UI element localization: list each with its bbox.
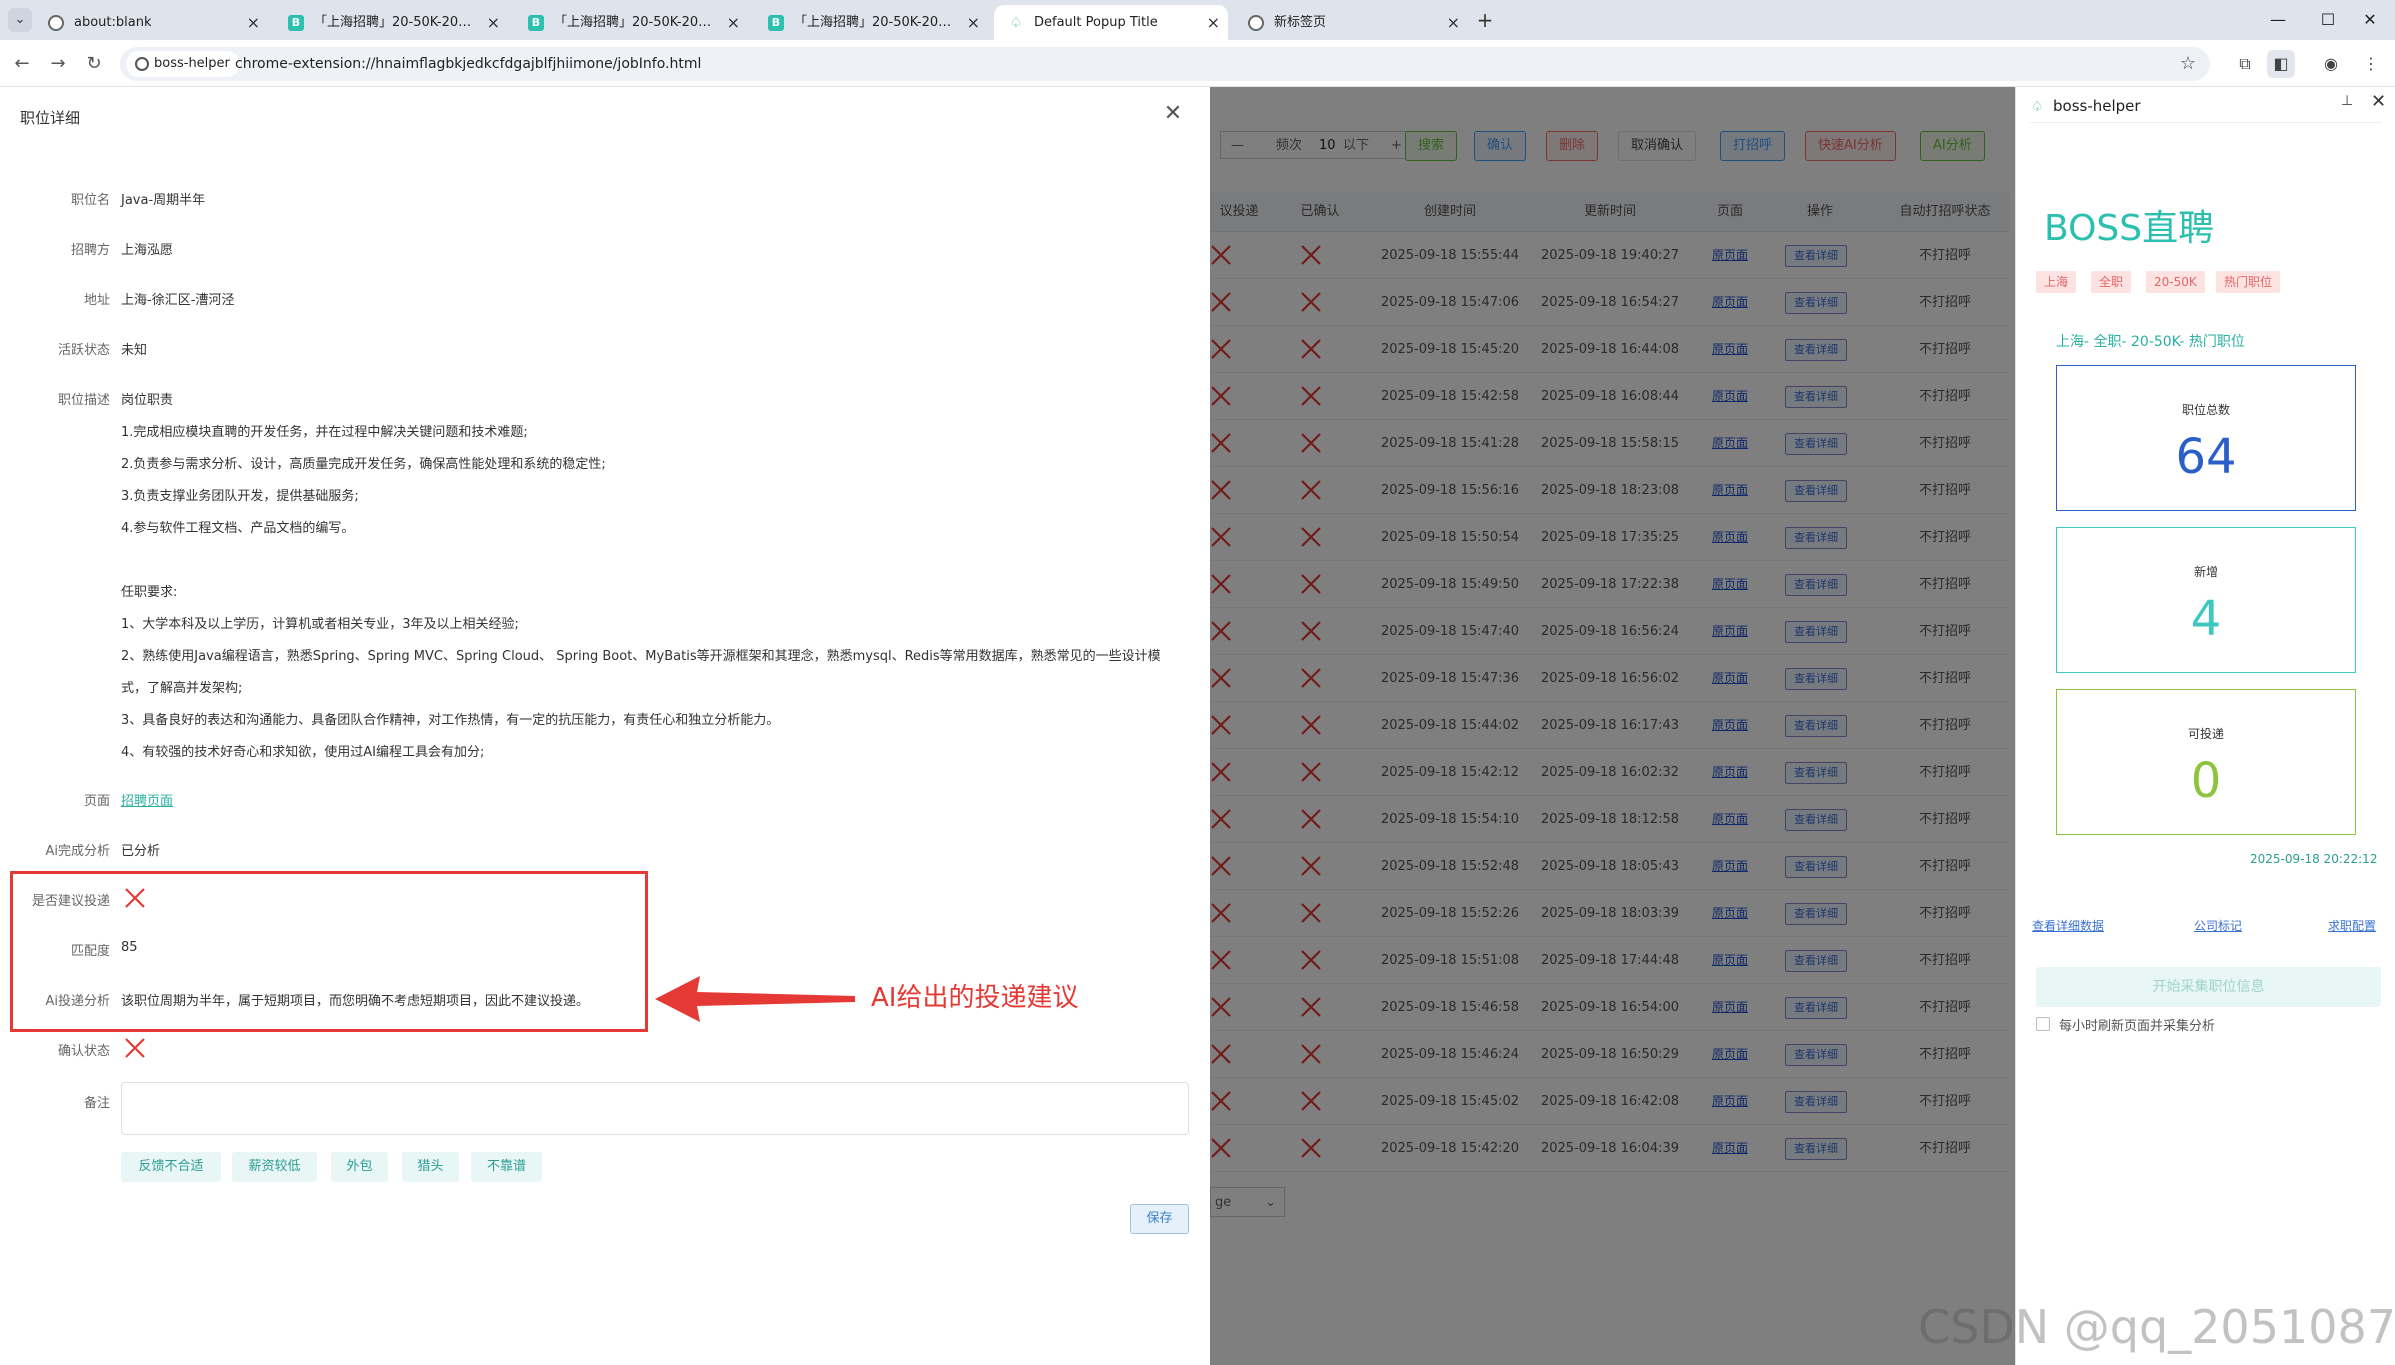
- globe-icon: [1248, 15, 1264, 31]
- job-config-link[interactable]: 求职配置: [2328, 917, 2376, 934]
- tab-boss-1[interactable]: B 「上海招聘」20-50K-2025年上海招聘 ×: [274, 5, 508, 40]
- description-line: 任职要求:: [121, 585, 178, 600]
- extension-side-panel: ♤ boss-helper ⊥ ✕ BOSS直聘 上海 全职 20-50K 热门…: [2015, 87, 2395, 1365]
- bookmark-star-icon[interactable]: ☆: [2180, 47, 2196, 81]
- side-panel-icon[interactable]: ◧: [2267, 50, 2295, 78]
- highlight-box: [10, 871, 648, 1032]
- chip-city: 上海: [2036, 271, 2077, 293]
- description-line: 2、熟练使用Java编程语言，熟悉Spring、Spring MVC、Sprin…: [121, 649, 1161, 664]
- description-line: 4.参与软件工程文档、产品文档的编写。: [121, 521, 355, 536]
- x-mark-icon: [125, 1038, 145, 1058]
- description-line: 2.负责参与需求分析、设计，高质量完成开发任务，确保高性能处理和系统的稳定性;: [121, 457, 606, 472]
- close-icon[interactable]: ×: [727, 5, 740, 40]
- globe-icon: [48, 15, 64, 31]
- tag-unreliable-button[interactable]: 不靠谱: [471, 1152, 542, 1182]
- view-detail-data-link[interactable]: 查看详细数据: [2032, 917, 2104, 934]
- description-line: 3.负责支撑业务团队开发，提供基础服务;: [121, 489, 359, 504]
- tab-strip: ⌄ about:blank × B 「上海招聘」20-50K-2025年上海招聘…: [0, 0, 2395, 40]
- tag-unsuitable-button[interactable]: 反馈不合适: [121, 1152, 221, 1182]
- job-detail-drawer: 职位详细 ✕ 职位名 Java-周期半年 招聘方 上海泓愿 地址 上海-徐汇区-…: [0, 87, 1210, 1365]
- side-panel-title: ♤ boss-helper: [2031, 97, 2141, 115]
- stat-total: 职位总数 64: [2056, 365, 2356, 511]
- close-icon[interactable]: ×: [1447, 5, 1460, 40]
- annotation-arrow-icon: [655, 976, 855, 1022]
- tab-search-button[interactable]: ⌄: [8, 8, 32, 32]
- close-icon[interactable]: ×: [487, 5, 500, 40]
- back-arrow-icon[interactable]: ←: [8, 50, 36, 78]
- tab-about-blank[interactable]: about:blank ×: [34, 5, 268, 40]
- recruit-page-link[interactable]: 招聘页面: [121, 790, 173, 809]
- description-line: 岗位职责: [121, 393, 174, 408]
- address-bar: ← → ↻ boss-helper chrome-extension://hna…: [0, 40, 2395, 87]
- close-icon[interactable]: ✕: [1160, 101, 1186, 126]
- boss-b-icon: B: [288, 15, 304, 31]
- description-line: 1、大学本科及以上学历，计算机或者相关专业，3年及以上相关经验;: [121, 617, 519, 632]
- tab-new-tab[interactable]: 新标签页 ×: [1234, 5, 1468, 40]
- tag-low-salary-button[interactable]: 薪资较低: [232, 1152, 317, 1182]
- profile-icon[interactable]: ◉: [2317, 50, 2345, 78]
- description-line: 式，了解高并发架构;: [121, 681, 243, 696]
- auto-refresh-label: 每小时刷新页面并采集分析: [2059, 1019, 2216, 1034]
- stat-applicable: 可投递 0: [2056, 689, 2356, 835]
- company-mark-link[interactable]: 公司标记: [2194, 917, 2242, 934]
- watermark: CSDN @qq_20510871: [1918, 1300, 2395, 1354]
- annotation-text: AI给出的投递建议: [871, 983, 1079, 1013]
- tab-default-popup[interactable]: ♤ Default Popup Title ×: [994, 5, 1228, 40]
- url-text[interactable]: chrome-extension://hnaimflagbkjedkcfdgaj…: [235, 47, 701, 81]
- boss-b-icon: B: [768, 15, 784, 31]
- modal-overlay[interactable]: [1210, 87, 2015, 1365]
- reload-icon[interactable]: ↻: [80, 50, 108, 78]
- menu-dots-icon[interactable]: ⋮: [2357, 50, 2385, 78]
- stat-new: 新增 4: [2056, 527, 2356, 673]
- start-collect-button[interactable]: 开始采集职位信息: [2036, 967, 2381, 1007]
- auto-refresh-checkbox[interactable]: [2036, 1017, 2050, 1031]
- omnibox[interactable]: boss-helper chrome-extension://hnaimflag…: [120, 47, 2210, 81]
- site-info-chip[interactable]: boss-helper: [126, 51, 240, 77]
- close-icon[interactable]: ✕: [2371, 91, 2386, 112]
- chip-salary: 20-50K: [2146, 271, 2205, 293]
- close-icon[interactable]: ×: [967, 5, 980, 40]
- close-icon[interactable]: ×: [247, 5, 260, 40]
- new-tab-button[interactable]: +: [1470, 5, 1500, 35]
- description-line: 1.完成相应模块直聘的开发任务，并在过程中解决关键问题和技术难题;: [121, 425, 528, 440]
- remark-textarea[interactable]: [121, 1082, 1189, 1135]
- chip-fulltime: 全职: [2091, 271, 2132, 293]
- extension-icon: ♤: [1009, 15, 1023, 31]
- tab-boss-2[interactable]: B 「上海招聘」20-50K-2025年上海招聘 ×: [514, 5, 748, 40]
- close-icon[interactable]: ×: [1207, 5, 1220, 40]
- last-update-time: 2025-09-18 20:22:12: [2250, 852, 2378, 866]
- forward-arrow-icon[interactable]: →: [44, 50, 72, 78]
- save-button[interactable]: 保存: [1130, 1204, 1189, 1234]
- description-line: 4、有较强的技术好奇心和求知欲，使用过AI编程工具会有加分;: [121, 745, 485, 760]
- filter-summary: 上海- 全职- 20-50K- 热门职位: [2056, 334, 2245, 350]
- extensions-icon[interactable]: ⧉: [2231, 50, 2259, 78]
- chip-hot: 热门职位: [2216, 271, 2281, 293]
- brand-logo-text: BOSS直聘: [2044, 208, 2215, 249]
- description-line: 3、具备良好的表达和沟通能力、具备团队合作精神，对工作热情，有一定的抗压能力，有…: [121, 713, 780, 728]
- boss-b-icon: B: [528, 15, 544, 31]
- tag-headhunter-button[interactable]: 猎头: [402, 1152, 459, 1182]
- pin-icon[interactable]: ⊥: [2341, 93, 2353, 109]
- tag-outsourcing-button[interactable]: 外包: [331, 1152, 388, 1182]
- tab-boss-3[interactable]: B 「上海招聘」20-50K-2025年上海招聘 ×: [754, 5, 988, 40]
- minimize-icon[interactable]: —: [2253, 0, 2303, 40]
- extension-icon: ♤: [2031, 99, 2044, 115]
- drawer-title: 职位详细: [20, 109, 81, 127]
- site-icon: [135, 57, 149, 71]
- window-close-icon[interactable]: ✕: [2345, 0, 2395, 40]
